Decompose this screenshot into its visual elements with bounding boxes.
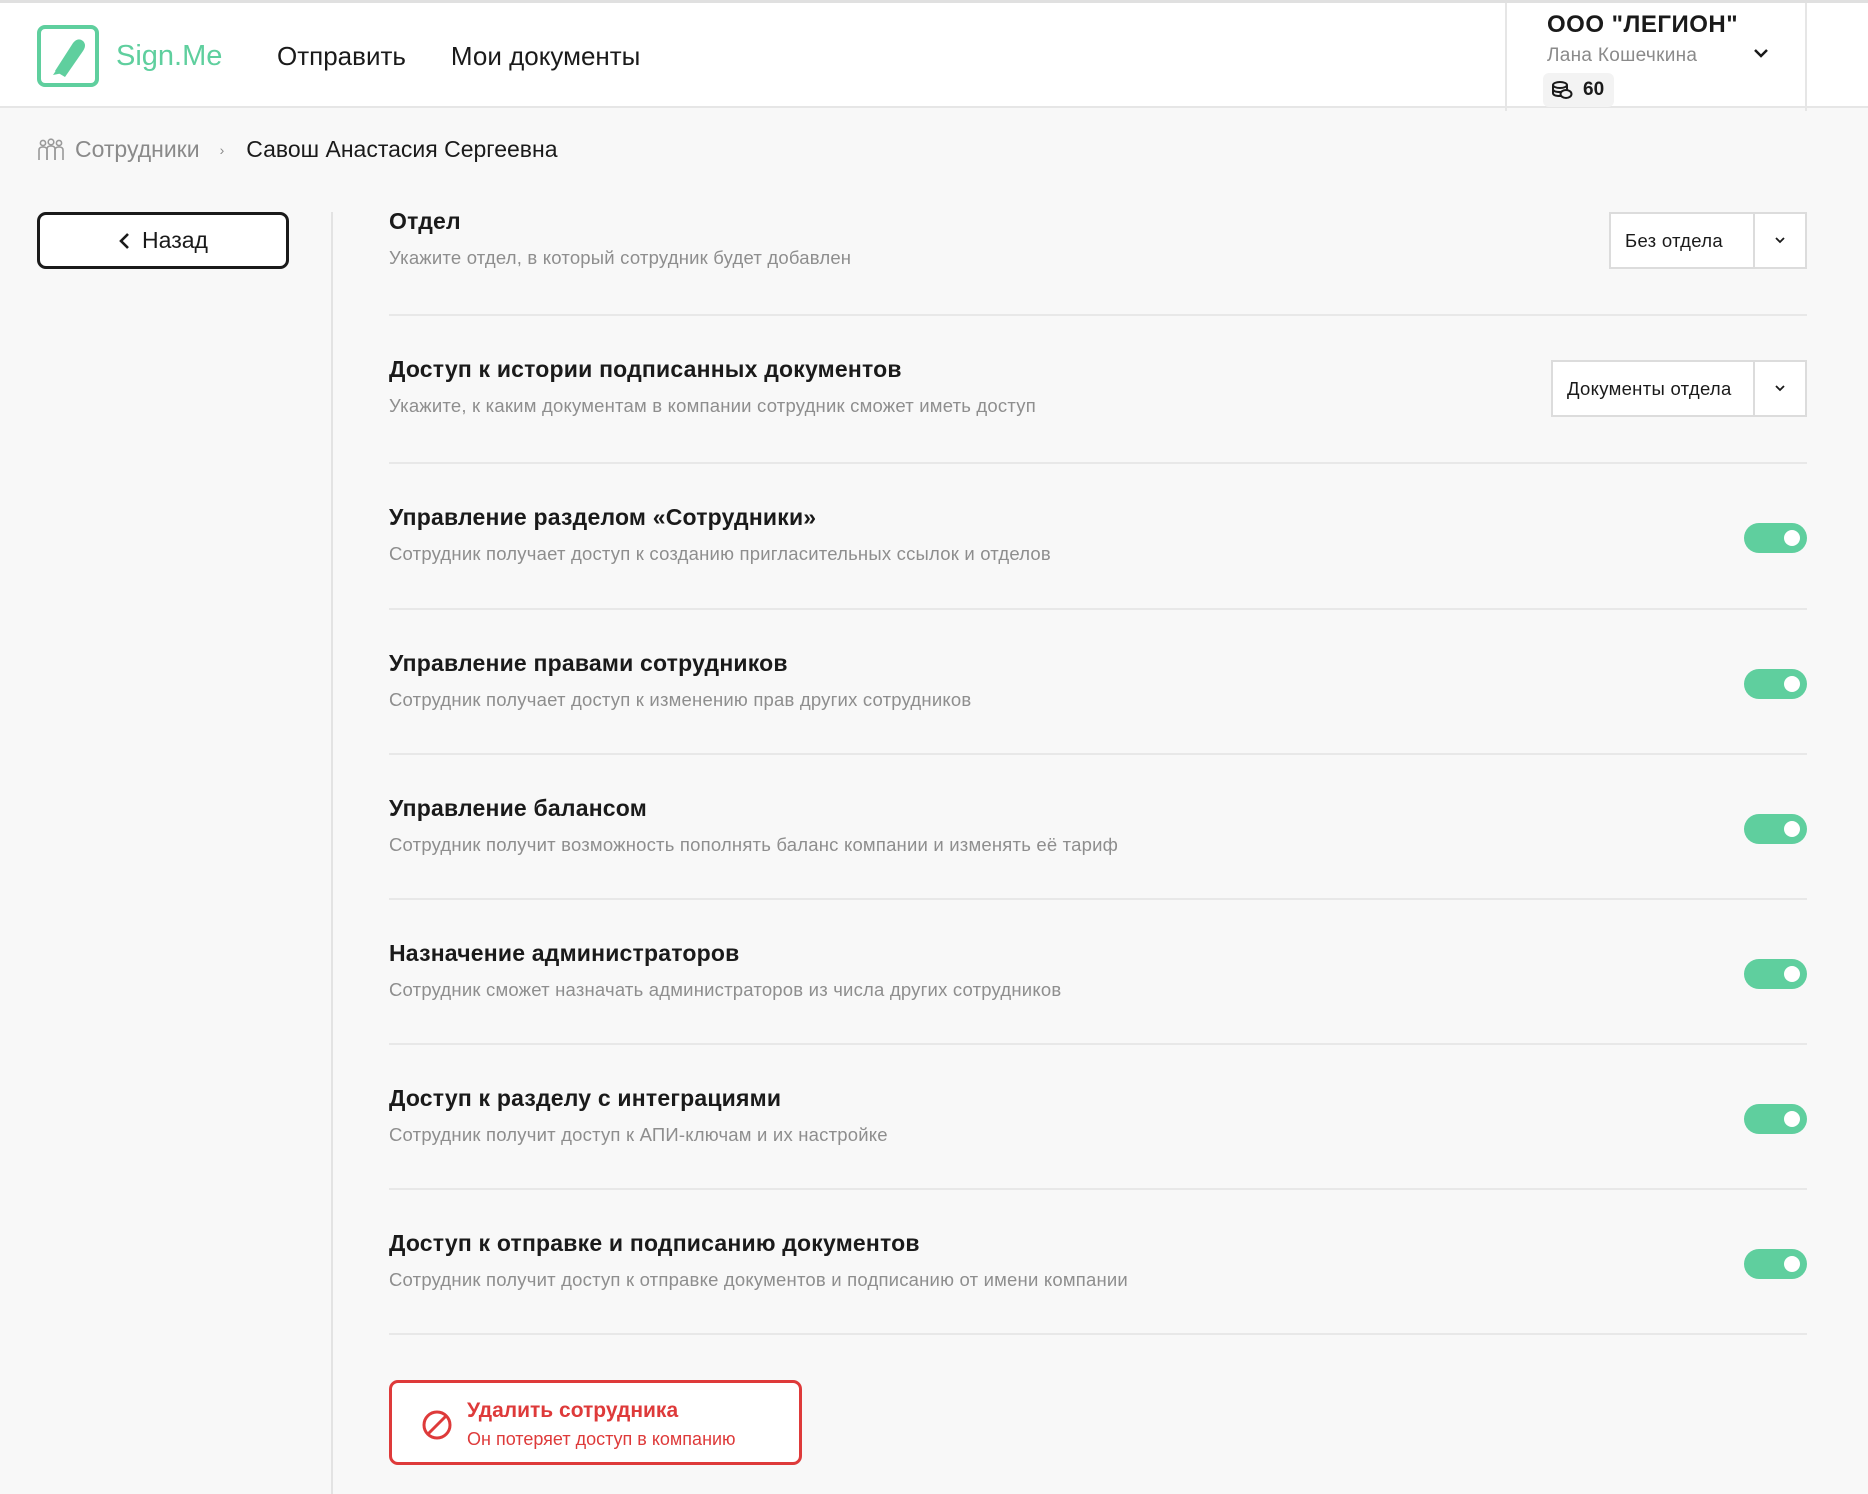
- select-value: Без отдела: [1625, 229, 1723, 251]
- setting-description: Укажите отдел, в который сотрудник будет…: [389, 247, 852, 268]
- account-menu[interactable]: ООО "ЛЕГИОН" Лана Кошечкина 60: [1505, 3, 1807, 111]
- user-name: Лана Кошечкина: [1547, 45, 1698, 66]
- select-value: Документы отдела: [1567, 377, 1732, 399]
- setting-title: Доступ к истории подписанных документов: [389, 356, 902, 382]
- setting-title: Назначение администраторов: [389, 940, 740, 966]
- setting-title: Управление разделом «Сотрудники»: [389, 504, 817, 530]
- logo-pen-icon: [37, 25, 99, 87]
- setting-title: Управление балансом: [389, 795, 647, 821]
- breadcrumb-current: Савош Анастасия Сергеевна: [246, 136, 558, 162]
- balance-value: 60: [1583, 79, 1605, 100]
- logo[interactable]: Sign.Me: [37, 25, 222, 87]
- history-access-select[interactable]: Документы отдела: [1551, 360, 1807, 417]
- integrations-toggle[interactable]: [1744, 1104, 1807, 1134]
- setting-row-manage-balance: Управление балансом Сотрудник получит во…: [389, 755, 1807, 900]
- setting-description: Сотрудник получает доступ к изменению пр…: [389, 689, 972, 710]
- top-header: Sign.Me Отправить Мои документы ООО "ЛЕГ…: [0, 0, 1868, 111]
- setting-description: Сотрудник получает доступ к созданию при…: [389, 543, 1051, 564]
- assign-admins-toggle[interactable]: [1744, 959, 1807, 989]
- chevron-left-icon: [119, 232, 129, 249]
- setting-description: Укажите, к каким документам в компании с…: [389, 395, 1036, 416]
- manage-employees-toggle[interactable]: [1744, 523, 1807, 553]
- company-name: ООО "ЛЕГИОН": [1547, 11, 1739, 38]
- setting-row-assign-admins: Назначение администраторов Сотрудник смо…: [389, 900, 1807, 1045]
- setting-row-manage-employees: Управление разделом «Сотрудники» Сотрудн…: [389, 464, 1807, 610]
- main-nav: Отправить Мои документы: [277, 41, 640, 72]
- setting-description: Сотрудник получит доступ к АПИ-ключам и …: [389, 1124, 888, 1145]
- setting-description: Сотрудник сможет назначать администратор…: [389, 979, 1062, 1000]
- permissions-list: Отдел Укажите отдел, в который сотрудник…: [389, 208, 1807, 1335]
- chevron-down-icon[interactable]: [1753, 214, 1805, 267]
- coins-icon: [1552, 81, 1573, 99]
- vertical-divider: [331, 212, 333, 1494]
- nav-send[interactable]: Отправить: [277, 41, 406, 72]
- setting-title: Отдел: [389, 208, 461, 234]
- setting-title: Управление правами сотрудников: [389, 650, 788, 676]
- breadcrumb: Сотрудники › Савош Анастасия Сергеевна: [38, 136, 557, 163]
- balance-badge: 60: [1543, 73, 1615, 107]
- breadcrumb-employees[interactable]: Сотрудники: [75, 136, 200, 163]
- employees-icon: [38, 137, 64, 160]
- forbidden-icon: [422, 1410, 452, 1440]
- setting-title: Доступ к разделу с интеграциями: [389, 1085, 782, 1111]
- logo-text: Sign.Me: [116, 39, 223, 72]
- setting-row-department: Отдел Укажите отдел, в который сотрудник…: [389, 208, 1807, 316]
- back-label: Назад: [142, 227, 208, 253]
- delete-title: Удалить сотрудника: [467, 1399, 679, 1422]
- back-button[interactable]: Назад: [37, 212, 289, 269]
- chevron-down-icon[interactable]: [1753, 362, 1805, 415]
- setting-row-integrations: Доступ к разделу с интеграциями Сотрудни…: [389, 1045, 1807, 1190]
- chevron-right-icon: ›: [219, 141, 225, 158]
- setting-row-manage-rights: Управление правами сотрудников Сотрудник…: [389, 610, 1807, 755]
- nav-my-documents[interactable]: Мои документы: [451, 41, 640, 72]
- setting-row-send-sign: Доступ к отправке и подписанию документо…: [389, 1190, 1807, 1335]
- delete-subtitle: Он потеряет доступ в компанию: [467, 1429, 736, 1449]
- delete-employee-button[interactable]: Удалить сотрудника Он потеряет доступ в …: [389, 1380, 802, 1465]
- setting-description: Сотрудник получит доступ к отправке доку…: [389, 1269, 1128, 1290]
- department-select[interactable]: Без отдела: [1609, 212, 1807, 269]
- setting-description: Сотрудник получит возможность пополнять …: [389, 834, 1119, 855]
- send-sign-toggle[interactable]: [1744, 1249, 1807, 1279]
- chevron-down-icon[interactable]: [1753, 47, 1769, 59]
- manage-rights-toggle[interactable]: [1744, 669, 1807, 699]
- setting-title: Доступ к отправке и подписанию документо…: [389, 1230, 920, 1256]
- setting-row-history-access: Доступ к истории подписанных документов …: [389, 316, 1807, 464]
- manage-balance-toggle[interactable]: [1744, 814, 1807, 844]
